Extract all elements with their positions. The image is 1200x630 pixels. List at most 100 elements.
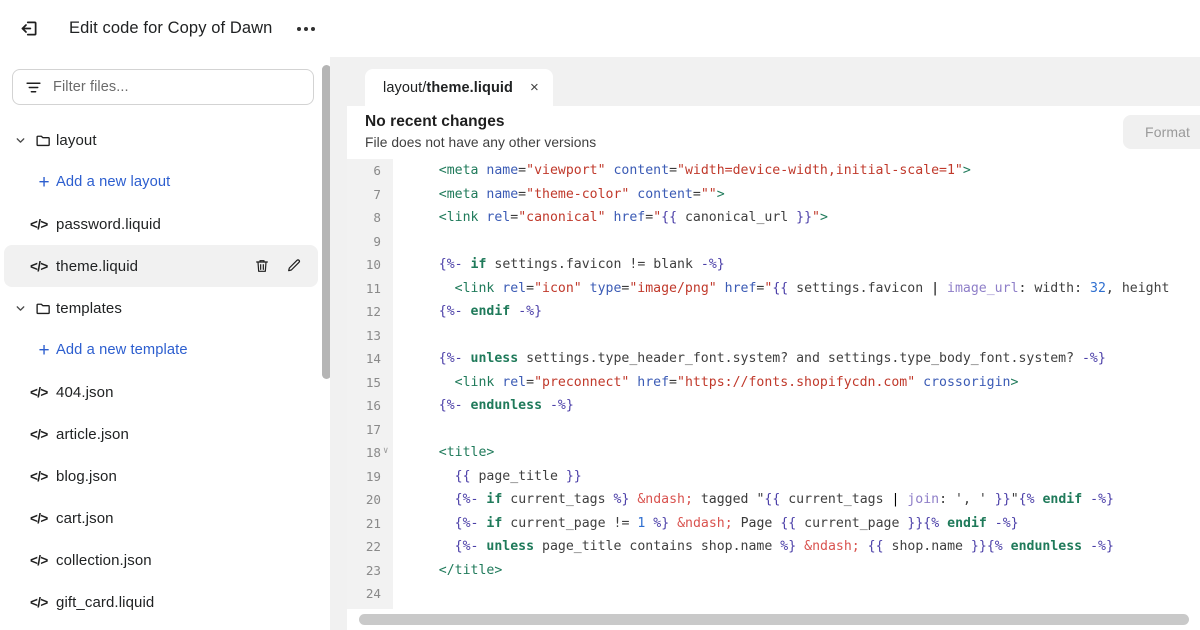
code-text: <meta name="theme-color" content=""> bbox=[438, 186, 725, 202]
line-number: 20 bbox=[365, 492, 381, 507]
file-item-label: 404.json bbox=[56, 383, 114, 401]
file-item-404-json[interactable]: </> 404.json bbox=[4, 371, 318, 413]
code-text: {%- if current_page != 1 %} &ndash; Page… bbox=[454, 515, 1019, 531]
code-text: <title> bbox=[438, 445, 495, 460]
pencil-icon[interactable] bbox=[284, 256, 304, 276]
tab-file-name: theme.liquid bbox=[426, 79, 514, 96]
more-options-button[interactable] bbox=[292, 16, 320, 42]
code-content[interactable]: 6 <meta name="viewport" content="width=d… bbox=[347, 159, 1200, 630]
file-row-actions bbox=[252, 256, 304, 276]
tree-folder-templates[interactable]: templates bbox=[4, 287, 318, 329]
code-text: {%- if settings.favicon != blank -%} bbox=[438, 257, 725, 272]
trash-icon[interactable] bbox=[252, 256, 272, 276]
file-item-label: article.json bbox=[56, 425, 129, 443]
file-item-gift-card-liquid[interactable]: </> gift_card.liquid bbox=[4, 581, 318, 623]
code-line[interactable]: 20 {%- if current_tags %} &ndash; tagged… bbox=[347, 488, 1200, 512]
file-item-cart-json[interactable]: </> cart.json bbox=[4, 497, 318, 539]
file-item-label: collection.json bbox=[56, 551, 152, 569]
code-file-icon: </> bbox=[30, 258, 48, 274]
code-line[interactable]: 23 </title> bbox=[347, 559, 1200, 583]
code-text: {%- if current_tags %} &ndash; tagged "{… bbox=[454, 492, 1114, 507]
code-line[interactable]: 12 {%- endif -%} bbox=[347, 300, 1200, 324]
line-number: 7 bbox=[373, 186, 381, 202]
file-item-blog-json[interactable]: </> blog.json bbox=[4, 455, 318, 497]
code-file-icon: </> bbox=[30, 510, 48, 526]
file-item-label: cart.json bbox=[56, 509, 114, 527]
code-line[interactable]: 19 {{ page_title }} bbox=[347, 465, 1200, 489]
info-subtitle: File does not have any other versions bbox=[365, 135, 597, 150]
code-line[interactable]: 21 {%- if current_page != 1 %} &ndash; P… bbox=[347, 512, 1200, 536]
code-line[interactable]: 17 bbox=[347, 418, 1200, 442]
filter-section: Filter files... bbox=[0, 57, 330, 111]
code-line[interactable]: 8 <link rel="canonical" href="{{ canonic… bbox=[347, 206, 1200, 230]
code-editor-page: Edit code for Copy of Dawn Filter files.… bbox=[0, 0, 1200, 630]
code-file-icon: </> bbox=[30, 384, 48, 400]
code-line[interactable]: 7 <meta name="theme-color" content=""> bbox=[347, 183, 1200, 207]
search-input[interactable]: Filter files... bbox=[12, 69, 314, 105]
add-new-template-button[interactable]: + Add a new template bbox=[4, 329, 318, 371]
line-number: 13 bbox=[365, 327, 381, 343]
page-title: Edit code for Copy of Dawn bbox=[69, 19, 273, 37]
file-item-collection-json[interactable]: </> collection.json bbox=[4, 539, 318, 581]
line-number: 19 bbox=[365, 468, 381, 484]
chevron-down-icon bbox=[10, 302, 30, 315]
line-number: 11 bbox=[365, 280, 381, 296]
add-new-layout-button[interactable]: + Add a new layout bbox=[4, 161, 318, 203]
line-number: 16 bbox=[365, 398, 381, 413]
code-editor[interactable]: 6 <meta name="viewport" content="width=d… bbox=[347, 159, 1200, 630]
code-line[interactable]: 10 {%- if settings.favicon != blank -%} bbox=[347, 253, 1200, 277]
code-text: {{ page_title }} bbox=[454, 468, 582, 484]
plus-icon: + bbox=[38, 339, 50, 361]
code-line[interactable]: 9 bbox=[347, 230, 1200, 254]
editor-tabstrip: layout/theme.liquid × bbox=[347, 57, 1200, 106]
file-item-password-liquid[interactable]: </> password.liquid bbox=[4, 203, 318, 245]
code-file-icon: </> bbox=[30, 216, 48, 232]
info-title: No recent changes bbox=[365, 113, 505, 130]
search-placeholder: Filter files... bbox=[53, 79, 129, 95]
fold-chevron-icon[interactable]: ∨ bbox=[383, 447, 392, 456]
line-number: 23 bbox=[365, 562, 381, 578]
editor-body: Filter files... layout + Add a new layou… bbox=[0, 57, 1200, 630]
code-text: <link rel="icon" type="image/png" href="… bbox=[454, 280, 1170, 296]
code-text: {%- endif -%} bbox=[438, 304, 543, 319]
code-line[interactable]: 6 <meta name="viewport" content="width=d… bbox=[347, 159, 1200, 183]
folder-icon bbox=[30, 132, 56, 149]
code-line[interactable]: 11 <link rel="icon" type="image/png" hre… bbox=[347, 277, 1200, 301]
line-number: 24 bbox=[365, 586, 381, 601]
file-item-theme-liquid[interactable]: </> theme.liquid bbox=[4, 245, 318, 287]
close-icon[interactable]: × bbox=[530, 80, 539, 95]
file-item-article-json[interactable]: </> article.json bbox=[4, 413, 318, 455]
code-line[interactable]: 16 {%- endunless -%} bbox=[347, 394, 1200, 418]
exit-icon[interactable] bbox=[13, 13, 45, 45]
file-version-info: No recent changes File does not have any… bbox=[347, 106, 1200, 159]
file-sidebar: Filter files... layout + Add a new layou… bbox=[0, 57, 330, 630]
sidebar-scrollbar[interactable] bbox=[322, 65, 330, 379]
file-tree: layout + Add a new layout </> password.l… bbox=[0, 111, 330, 623]
horizontal-scrollbar[interactable] bbox=[359, 614, 1189, 625]
plus-icon: + bbox=[38, 171, 50, 193]
tab-layout-theme-liquid[interactable]: layout/theme.liquid × bbox=[365, 69, 553, 106]
code-line[interactable]: 24 bbox=[347, 582, 1200, 606]
code-file-icon: </> bbox=[30, 594, 48, 610]
add-new-layout-label: Add a new layout bbox=[56, 174, 171, 190]
line-number: 14 bbox=[365, 351, 381, 366]
tab-label: layout/theme.liquid bbox=[383, 80, 513, 96]
code-file-icon: </> bbox=[30, 426, 48, 442]
code-line[interactable]: 14 {%- unless settings.type_header_font.… bbox=[347, 347, 1200, 371]
code-line[interactable]: 13 bbox=[347, 324, 1200, 348]
filter-icon bbox=[26, 82, 41, 92]
tree-folder-layout[interactable]: layout bbox=[4, 119, 318, 161]
tree-folder-label: layout bbox=[56, 131, 97, 149]
code-line[interactable]: 22 {%- unless page_title contains shop.n… bbox=[347, 535, 1200, 559]
exit-glyph bbox=[21, 21, 36, 36]
line-number: 8 bbox=[373, 210, 381, 225]
line-number: 10 bbox=[365, 257, 381, 272]
code-file-icon: </> bbox=[30, 552, 48, 568]
code-line[interactable]: 15 <link rel="preconnect" href="https://… bbox=[347, 371, 1200, 395]
line-number: 22 bbox=[365, 539, 381, 554]
format-button[interactable]: Format bbox=[1123, 115, 1200, 149]
line-number: 9 bbox=[373, 233, 381, 249]
code-text: <link rel="preconnect" href="https://fon… bbox=[454, 374, 1019, 390]
line-number: 17 bbox=[365, 421, 381, 437]
code-line[interactable]: 18 ∨ <title> bbox=[347, 441, 1200, 465]
